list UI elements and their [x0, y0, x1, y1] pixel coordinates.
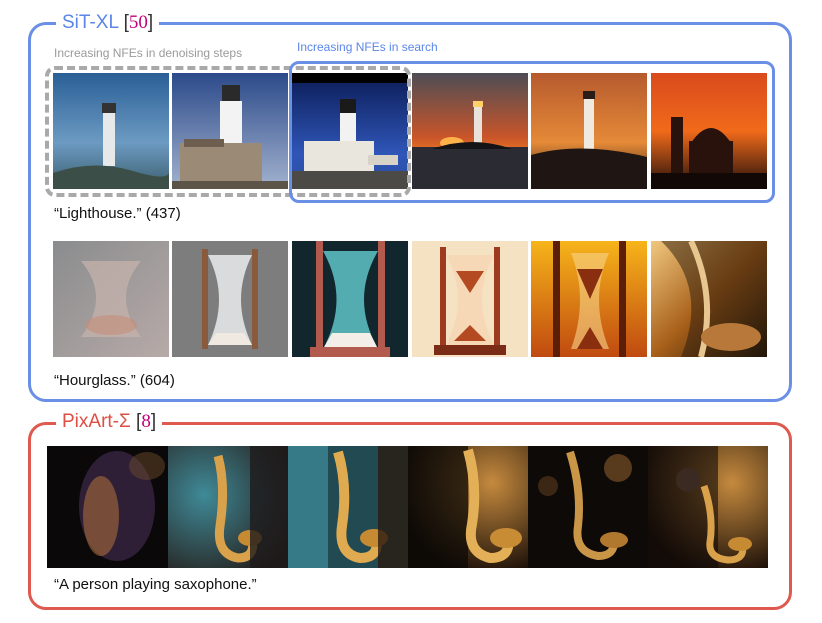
denoising-steps-note: Increasing NFEs in denoising steps	[54, 46, 243, 60]
saxophone-image-2	[168, 446, 288, 568]
hourglass-image-6	[651, 241, 767, 357]
pixart-citation-link[interactable]: 8	[141, 411, 151, 432]
sit-xl-name: SiT-XL	[62, 12, 119, 33]
hourglass-image-3	[292, 241, 408, 357]
pixart-sigma-name: PixArt-Σ	[62, 411, 131, 432]
pixart-sigma-title: PixArt-Σ [8]	[56, 411, 163, 433]
pixart-cite-close: ]	[150, 411, 157, 432]
sit-xl-title: SiT-XL [50]	[56, 12, 160, 34]
sit-xl-cite-close: ]	[147, 12, 154, 33]
hourglass-image-1	[53, 241, 169, 357]
saxophone-image-6	[648, 446, 768, 568]
saxophone-caption: “A person playing saxophone.”	[54, 576, 257, 593]
saxophone-image-1	[47, 446, 168, 568]
search-box	[289, 61, 775, 203]
hourglass-image-5	[531, 241, 647, 357]
search-note: Increasing NFEs in search	[297, 40, 438, 54]
lighthouse-caption: “Lighthouse.” (437)	[54, 205, 181, 222]
saxophone-image-5	[528, 446, 648, 568]
sit-xl-citation-link[interactable]: 50	[129, 12, 148, 33]
saxophone-image-3	[288, 446, 408, 568]
saxophone-image-4	[408, 446, 528, 568]
hourglass-image-4	[412, 241, 528, 357]
hourglass-image-2	[172, 241, 288, 357]
hourglass-caption: “Hourglass.” (604)	[54, 372, 175, 389]
